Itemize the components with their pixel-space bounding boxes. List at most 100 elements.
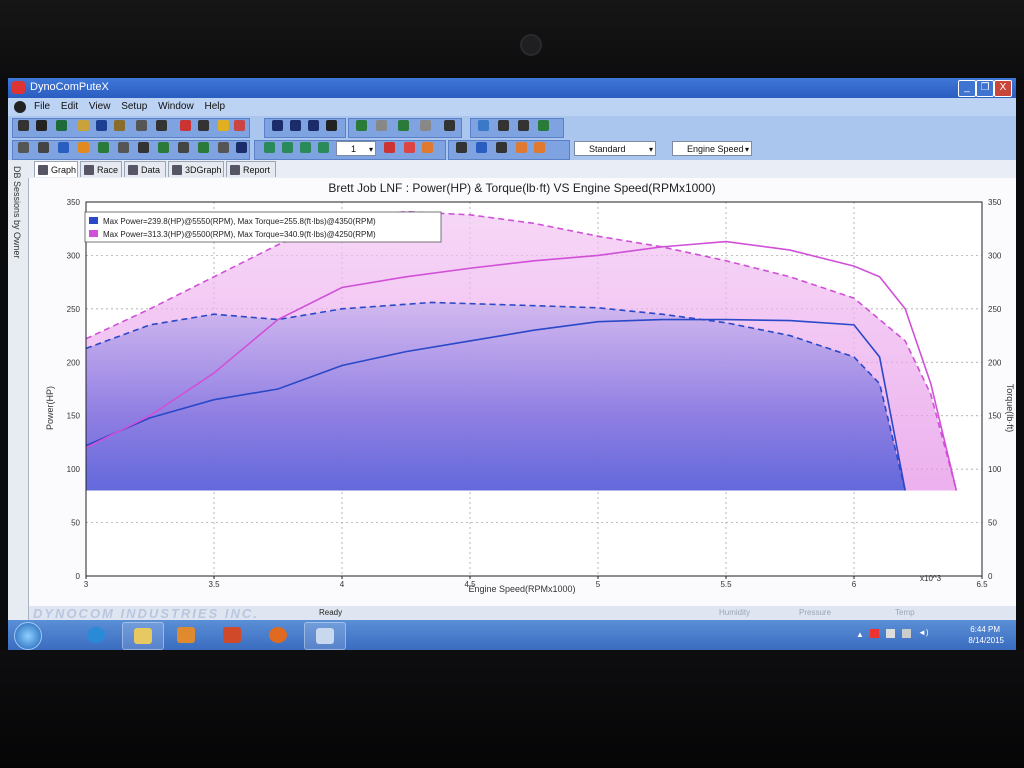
- chart-icon[interactable]: [518, 120, 529, 131]
- graph-icon[interactable]: [198, 142, 209, 153]
- y-tick-label-left: 250: [67, 305, 81, 314]
- gear-icon[interactable]: [18, 142, 29, 153]
- alert-icon[interactable]: [180, 120, 191, 131]
- globe-icon[interactable]: [56, 120, 67, 131]
- color-icon[interactable]: [78, 142, 89, 153]
- minimize-button[interactable]: _: [958, 80, 976, 97]
- clock-time[interactable]: 6:44 PM: [970, 625, 1000, 634]
- network-icon[interactable]: [902, 629, 911, 638]
- dyno-chart[interactable]: 3 3.5 4 4.5 5 5.5 6 6.5 0 0 50 50 100 100 150 150 200 200…: [29, 178, 1016, 606]
- bell-icon[interactable]: [326, 120, 337, 131]
- save-icon[interactable]: [96, 120, 107, 131]
- user-icon[interactable]: [236, 142, 247, 153]
- play-icon[interactable]: [272, 120, 283, 131]
- tray-arrow-icon[interactable]: ▲: [856, 630, 864, 639]
- toolbar-row-1: [8, 116, 1016, 138]
- monitor-icon[interactable]: [356, 120, 367, 131]
- db-sessions-panel[interactable]: DB Sessions by Owner: [8, 160, 29, 620]
- axis-icon[interactable]: [456, 142, 467, 153]
- y-tick-label-right: 250: [988, 305, 1002, 314]
- y-tick-label-left: 100: [67, 465, 81, 474]
- split-icon[interactable]: [476, 142, 487, 153]
- y-axis-label-left: Power(HP): [45, 386, 55, 430]
- edit-icon[interactable]: [118, 142, 129, 153]
- cloud-icon[interactable]: [478, 120, 489, 131]
- taskbar-office[interactable]: [212, 622, 252, 648]
- tab-3dgraph[interactable]: 3DGraph: [168, 161, 224, 177]
- taskbar-media-player[interactable]: [166, 622, 206, 648]
- screen-icon[interactable]: [398, 120, 409, 131]
- zoom-fit-icon[interactable]: [318, 142, 329, 153]
- x-axis-select[interactable]: Engine Speed ▾: [672, 141, 752, 156]
- volume-icon[interactable]: ◄): [918, 628, 929, 637]
- sheet-icon[interactable]: [158, 142, 169, 153]
- tab-race[interactable]: Race: [80, 161, 122, 177]
- print-icon[interactable]: [136, 120, 147, 131]
- pause-icon[interactable]: [18, 120, 29, 131]
- info-icon[interactable]: [218, 120, 229, 131]
- chart-svg: 3 3.5 4 4.5 5 5.5 6 6.50 050 50100 100150 150200 200…: [45, 181, 1015, 594]
- highlight-icon[interactable]: [404, 142, 415, 153]
- tag-icon[interactable]: [198, 120, 209, 131]
- lock-icon[interactable]: [218, 142, 229, 153]
- pan-icon[interactable]: [300, 142, 311, 153]
- menu-view[interactable]: View: [89, 101, 111, 112]
- menu-file[interactable]: File: [34, 101, 50, 112]
- taskbar-dynocom[interactable]: [304, 622, 346, 650]
- x-tick-label: 6: [852, 580, 857, 589]
- filter-icon[interactable]: [420, 120, 431, 131]
- start-button[interactable]: [14, 622, 42, 650]
- grid-icon[interactable]: [98, 142, 109, 153]
- zoom-in-icon[interactable]: [264, 142, 275, 153]
- taskbar-internet-explorer[interactable]: [76, 622, 116, 648]
- y-tick-label-left: 50: [71, 519, 80, 528]
- menu-edit[interactable]: Edit: [61, 101, 78, 112]
- menu-window[interactable]: Window: [158, 101, 194, 112]
- forward-icon[interactable]: [308, 120, 319, 131]
- chevron-down-icon: ▾: [648, 145, 653, 154]
- run-number-select[interactable]: 1 ▾: [336, 141, 376, 156]
- legend-swatch-blue: [89, 217, 98, 224]
- layers-icon[interactable]: [422, 142, 433, 153]
- gauge-icon[interactable]: [538, 120, 549, 131]
- tab-data[interactable]: Data: [124, 161, 166, 177]
- tab-graph[interactable]: Graph: [34, 161, 78, 177]
- chart-title: Brett Job LNF : Power(HP) & Torque(lb·ft…: [328, 181, 715, 195]
- camera-icon[interactable]: [376, 120, 387, 131]
- calendar-icon[interactable]: [178, 142, 189, 153]
- rewind-icon[interactable]: [290, 120, 301, 131]
- tools-icon[interactable]: [38, 142, 49, 153]
- close-button[interactable]: X: [994, 80, 1012, 97]
- pencil-icon[interactable]: [138, 142, 149, 153]
- table-icon[interactable]: [58, 142, 69, 153]
- menu-help[interactable]: Help: [204, 101, 225, 112]
- taskbar-firefox[interactable]: [258, 622, 298, 648]
- overlay-icon[interactable]: [496, 142, 507, 153]
- tab-report[interactable]: Report: [226, 161, 276, 177]
- open-folder-icon[interactable]: [78, 120, 89, 131]
- 3d-graph-icon: [172, 165, 182, 175]
- x-tick-label: 4: [340, 580, 345, 589]
- battery-icon[interactable]: [886, 629, 895, 638]
- marker-icon[interactable]: [384, 142, 395, 153]
- dynocom-logo-icon: [14, 101, 26, 113]
- window-title: DynoComPuteX: [30, 81, 109, 93]
- text-icon[interactable]: [444, 120, 455, 131]
- legend-swatch-pink: [89, 230, 98, 237]
- menu-setup[interactable]: Setup: [121, 101, 147, 112]
- maximize-button[interactable]: ❐: [976, 80, 994, 97]
- settings-icon[interactable]: [234, 120, 245, 131]
- export-icon[interactable]: [114, 120, 125, 131]
- stack-icon[interactable]: [534, 142, 545, 153]
- flag-icon[interactable]: [870, 629, 879, 638]
- clock-date[interactable]: 8/14/2015: [968, 636, 1004, 645]
- record-icon[interactable]: [36, 120, 47, 131]
- title-bar: DynoComPuteX _ ❐ X: [8, 78, 1016, 98]
- zoom-out-icon[interactable]: [282, 142, 293, 153]
- calculator-icon[interactable]: [156, 120, 167, 131]
- mode-select[interactable]: Standard ▾: [574, 141, 656, 156]
- taskbar-file-explorer[interactable]: [122, 622, 164, 650]
- office-icon: [223, 627, 241, 643]
- pen-icon[interactable]: [498, 120, 509, 131]
- compare-icon[interactable]: [516, 142, 527, 153]
